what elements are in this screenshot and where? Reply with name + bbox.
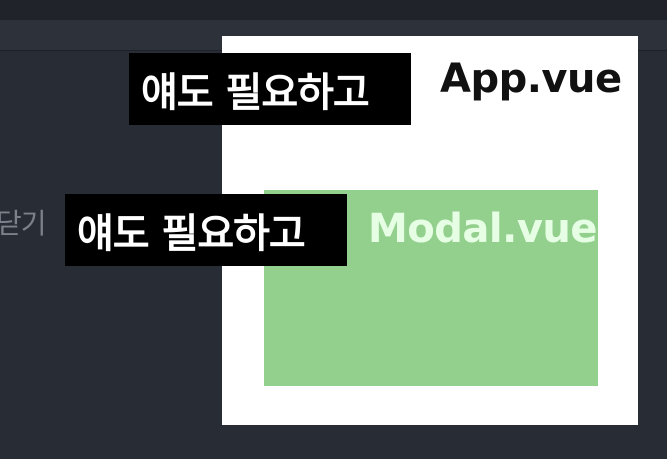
caption-modal-overlay: 얘도 필요하고 xyxy=(65,194,347,266)
background-editor-text: 닫기 xyxy=(0,207,47,240)
modal-component-label: Modal.vue xyxy=(368,206,598,252)
caption-app-overlay: 얘도 필요하고 xyxy=(129,53,411,125)
window-top-bar xyxy=(0,0,667,20)
app-component-label: App.vue xyxy=(440,56,622,102)
